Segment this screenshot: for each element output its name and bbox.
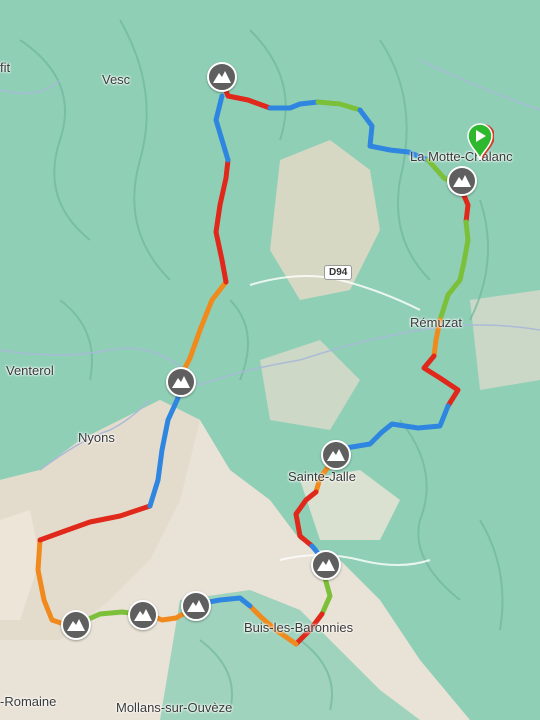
- place-label-remuzat: Rémuzat: [410, 315, 463, 330]
- place-label-romaine: -Romaine: [0, 694, 57, 709]
- place-label-sainte-jalle: Sainte-Jalle: [288, 469, 356, 484]
- mountain-icon: [317, 559, 335, 571]
- route-map[interactable]: fit Vesc La Motte-Chalanc Rémuzat Venter…: [0, 0, 540, 720]
- place-label-la-motte-chalancon: La Motte-Chalanc: [410, 149, 513, 164]
- mountain-icon: [67, 619, 85, 631]
- mountain-icon: [327, 449, 345, 461]
- mountain-icon: [172, 376, 190, 388]
- summit-marker-2[interactable]: [447, 166, 477, 196]
- start-marker[interactable]: [466, 122, 494, 162]
- mountain-icon: [134, 609, 152, 621]
- place-label-venterol: Venterol: [6, 363, 54, 378]
- place-label-buis-les-baronnies: Buis-les-Baronnies: [244, 620, 354, 635]
- place-label-mollans-sur-ouveze: Mollans-sur-Ouvèze: [116, 700, 233, 715]
- road-badge-d94: D94: [324, 265, 353, 280]
- summit-marker-3[interactable]: [166, 367, 196, 397]
- summit-marker-1[interactable]: [207, 62, 237, 92]
- place-label-nyons: Nyons: [78, 430, 115, 445]
- summit-marker-7[interactable]: [128, 600, 158, 630]
- mountain-icon: [213, 71, 231, 83]
- summit-marker-4[interactable]: [321, 440, 351, 470]
- mountain-icon: [453, 175, 471, 187]
- summit-marker-5[interactable]: [311, 550, 341, 580]
- summit-marker-8[interactable]: [61, 610, 91, 640]
- place-label-vesc: Vesc: [102, 72, 131, 87]
- place-label-fit: fit: [0, 60, 11, 75]
- summit-marker-6[interactable]: [181, 591, 211, 621]
- mountain-icon: [187, 600, 205, 612]
